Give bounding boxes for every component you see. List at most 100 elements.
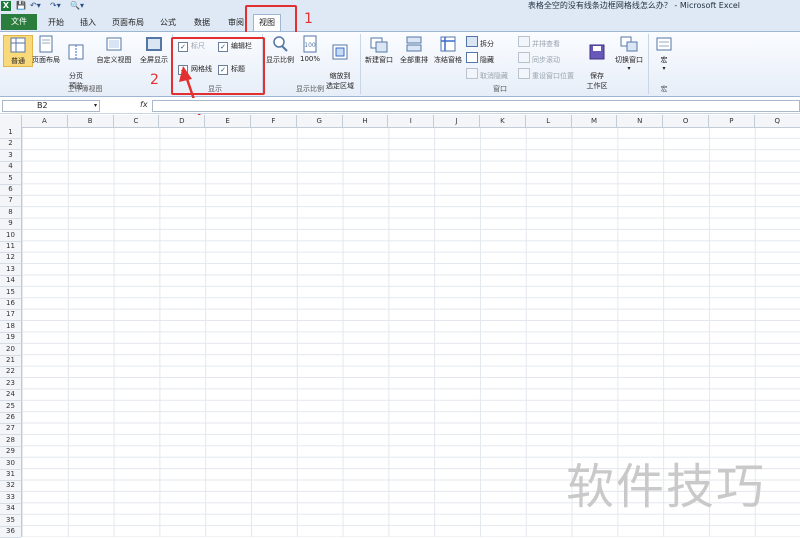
zoom-button[interactable]: 显示比例	[264, 35, 296, 65]
zoom-100-button[interactable]: 100 100%	[298, 35, 322, 63]
save-workspace-icon	[589, 44, 605, 60]
row-header[interactable]: 36	[0, 526, 21, 538]
row-header[interactable]: 12	[0, 252, 21, 265]
zoom-selection-icon	[332, 44, 348, 60]
switch-windows-icon	[620, 36, 638, 52]
switch-windows-button[interactable]: 切换窗口 ▾	[612, 35, 646, 72]
fullscreen-button[interactable]: 全屏显示	[138, 35, 170, 65]
tab-file[interactable]: 文件	[1, 14, 37, 30]
row-header[interactable]: 8	[0, 207, 21, 219]
tab-home[interactable]: 开始	[44, 15, 68, 30]
column-header[interactable]: N	[617, 115, 664, 127]
row-header[interactable]: 33	[0, 492, 21, 504]
row-header[interactable]: 15	[0, 287, 21, 299]
column-header[interactable]: G	[297, 115, 343, 127]
column-header[interactable]: L	[526, 115, 572, 127]
normal-view-button[interactable]: 普通	[3, 35, 33, 67]
row-header[interactable]: 1	[0, 127, 21, 139]
column-header[interactable]: C	[114, 115, 160, 127]
row-header[interactable]: 17	[0, 309, 21, 322]
row-header[interactable]: 20	[0, 344, 21, 356]
row-header[interactable]: 35	[0, 515, 21, 527]
fx-icon[interactable]: fx	[140, 100, 148, 109]
page-layout-view-button[interactable]: 页面布局	[32, 35, 60, 65]
column-header[interactable]: P	[709, 115, 755, 127]
select-all-corner[interactable]	[0, 115, 22, 127]
redo-icon[interactable]: ↷▾	[50, 1, 61, 11]
row-header[interactable]: 19	[0, 332, 21, 345]
arrange-all-button[interactable]: 全部重排	[398, 35, 430, 65]
row-header[interactable]: 4	[0, 161, 21, 174]
zoom-to-selection-button[interactable]: 缩放到 选定区域	[324, 35, 356, 91]
row-header[interactable]: 13	[0, 264, 21, 276]
group-label-window: 窗口	[493, 85, 507, 93]
row-header[interactable]: 7	[0, 195, 21, 208]
row-header[interactable]: 24	[0, 389, 21, 402]
hide-button[interactable]: 隐藏	[466, 52, 494, 64]
row-header[interactable]: 3	[0, 150, 21, 162]
column-header[interactable]: Q	[755, 115, 800, 127]
row-header[interactable]: 5	[0, 173, 21, 185]
macros-button[interactable]: 宏 ▾	[652, 35, 676, 72]
chevron-down-icon: ▾	[93, 102, 97, 109]
column-header[interactable]: B	[68, 115, 114, 127]
row-header[interactable]: 21	[0, 355, 21, 367]
row-header[interactable]: 34	[0, 503, 21, 516]
tab-page-layout[interactable]: 页面布局	[108, 15, 148, 30]
row-header[interactable]: 2	[0, 138, 21, 151]
unhide-icon	[466, 68, 478, 79]
fullscreen-icon	[146, 37, 162, 51]
formula-input[interactable]	[152, 100, 800, 112]
column-header[interactable]: K	[480, 115, 526, 127]
row-header[interactable]: 22	[0, 366, 21, 379]
column-header[interactable]: O	[663, 115, 709, 127]
divider	[648, 34, 649, 94]
row-header[interactable]: 11	[0, 241, 21, 253]
split-button[interactable]: 拆分	[466, 36, 494, 48]
unhide-button[interactable]: 取消隐藏	[466, 68, 508, 80]
highlight-show-group	[171, 37, 265, 95]
column-header[interactable]: M	[572, 115, 618, 127]
name-box[interactable]: B2 ▾	[2, 100, 100, 112]
save-workspace-button[interactable]: 保存 工作区	[584, 35, 610, 91]
excel-logo-icon[interactable]: X	[1, 1, 11, 11]
column-header[interactable]: F	[251, 115, 297, 127]
annotation-step-2: 2	[150, 72, 159, 88]
save-icon[interactable]: 💾	[16, 1, 26, 11]
divider	[360, 34, 361, 94]
reset-window-position-button[interactable]: 重设窗口位置	[518, 68, 574, 80]
row-header[interactable]: 9	[0, 218, 21, 231]
column-header[interactable]: D	[159, 115, 206, 127]
watermark: 软件技巧	[566, 459, 767, 515]
row-header[interactable]: 25	[0, 401, 21, 413]
row-header[interactable]: 10	[0, 230, 21, 242]
undo-icon[interactable]: ↶▾	[30, 1, 41, 11]
row-header[interactable]: 30	[0, 458, 21, 470]
side-by-side-button[interactable]: 并排查看	[518, 36, 560, 48]
row-header[interactable]: 14	[0, 275, 21, 288]
freeze-panes-button[interactable]: 冻结窗格	[432, 35, 464, 65]
column-header[interactable]: H	[343, 115, 389, 127]
print-preview-icon[interactable]: 🔍▾	[70, 1, 84, 11]
column-header[interactable]: I	[388, 115, 435, 127]
row-header[interactable]: 18	[0, 321, 21, 333]
row-header[interactable]: 32	[0, 480, 21, 493]
column-header[interactable]: A	[22, 115, 68, 127]
page-break-preview-button[interactable]: 分页 预览	[62, 35, 90, 91]
tab-data[interactable]: 数据	[190, 15, 214, 30]
column-header[interactable]: J	[434, 115, 480, 127]
row-header[interactable]: 28	[0, 435, 21, 447]
row-header[interactable]: 26	[0, 412, 21, 424]
row-header[interactable]: 23	[0, 378, 21, 390]
new-window-button[interactable]: 新建窗口	[362, 35, 396, 65]
tab-formulas[interactable]: 公式	[156, 15, 180, 30]
row-header[interactable]: 16	[0, 298, 21, 310]
row-header[interactable]: 31	[0, 469, 21, 481]
sync-scroll-button[interactable]: 同步滚动	[518, 52, 560, 64]
custom-views-button[interactable]: 自定义视图	[94, 35, 134, 65]
column-header[interactable]: E	[205, 115, 251, 127]
row-header[interactable]: 6	[0, 184, 21, 196]
tab-insert[interactable]: 插入	[76, 15, 100, 30]
row-header[interactable]: 27	[0, 423, 21, 436]
row-header[interactable]: 29	[0, 446, 21, 459]
